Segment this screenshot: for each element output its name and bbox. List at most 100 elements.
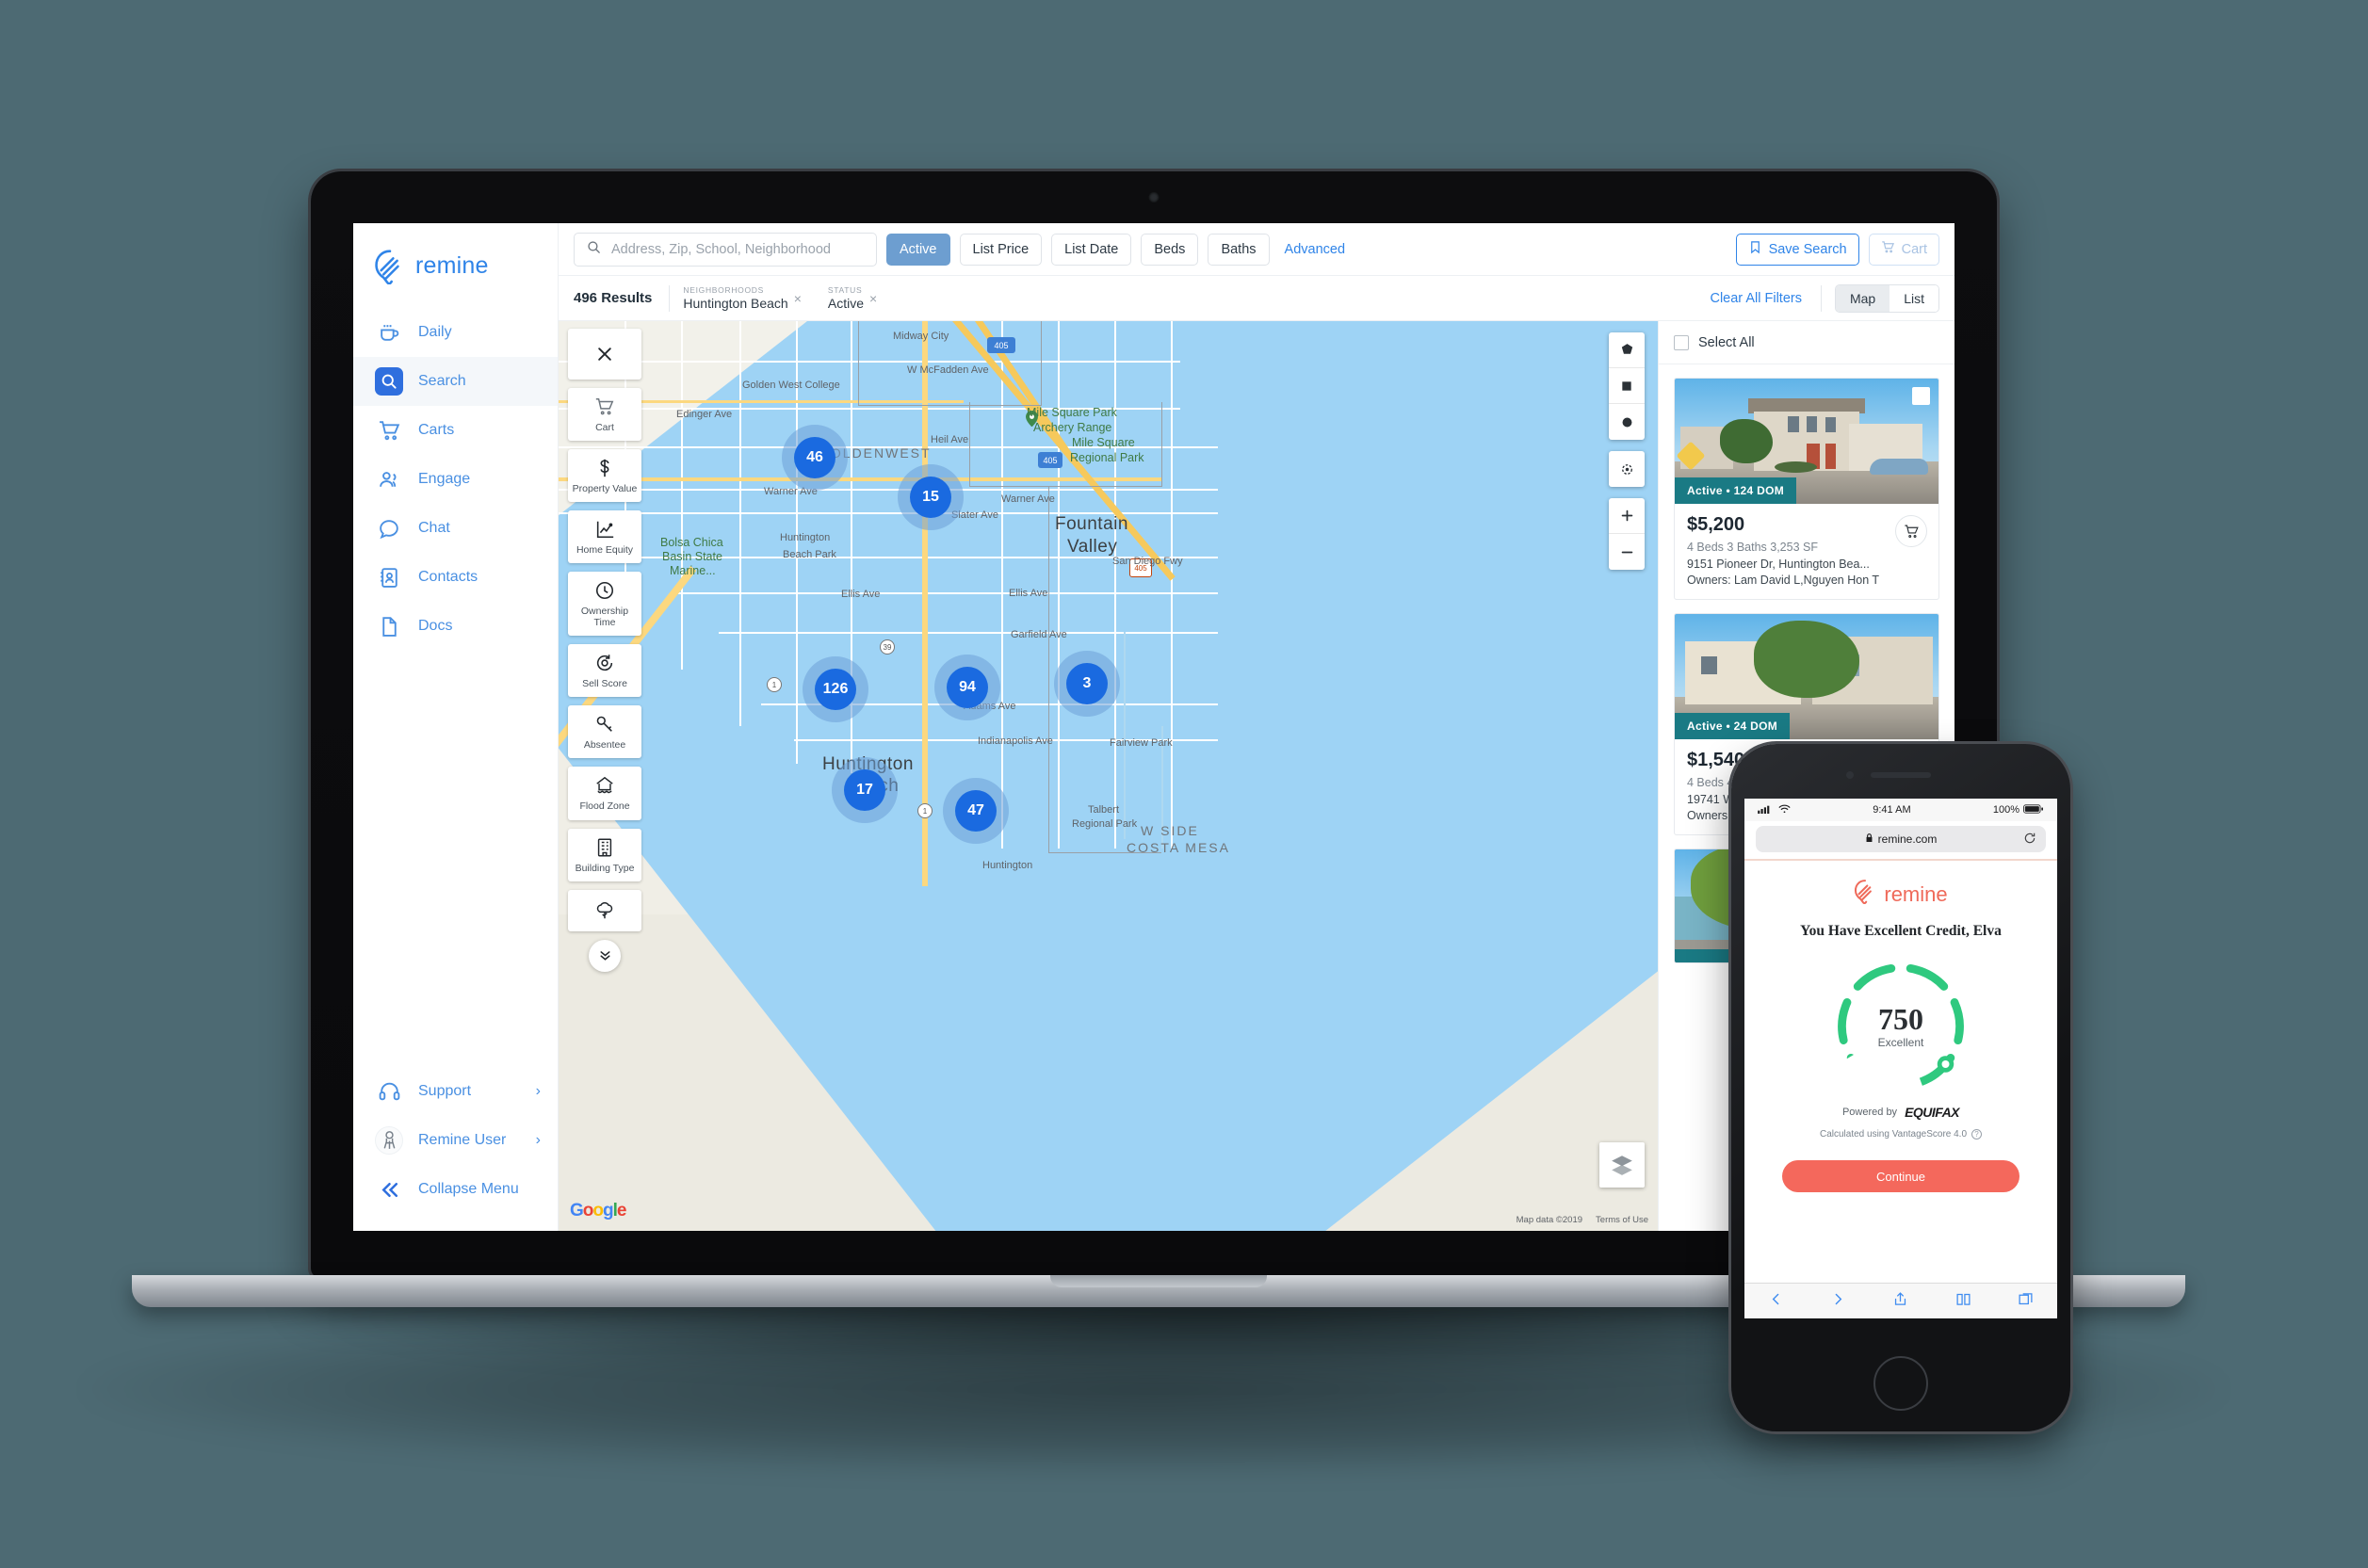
locate-me-icon[interactable] (1609, 451, 1645, 487)
filter-bar: 496 Results NEIGHBORHOODS Huntington Bea… (559, 276, 1954, 321)
map-tool-tree[interactable] (568, 889, 641, 931)
map-cluster-marker[interactable]: 46 (794, 437, 835, 478)
map-tool-sell-score[interactable]: Sell Score (568, 644, 641, 698)
map-cluster-marker[interactable]: 17 (844, 769, 885, 811)
map-tool-home-equity[interactable]: Home Equity (568, 510, 641, 564)
select-all-checkbox[interactable] (1674, 334, 1689, 350)
filter-list-price[interactable]: List Price (959, 233, 1043, 266)
map-label: Regional Park (1072, 818, 1138, 830)
select-all-row[interactable]: Select All (1659, 321, 1954, 364)
phone-home-button[interactable] (1873, 1356, 1928, 1411)
share-icon[interactable] (1892, 1291, 1908, 1312)
tab-list[interactable]: List (1890, 284, 1938, 312)
reload-icon[interactable] (2023, 832, 2036, 848)
map-label: Ellis Ave (1009, 588, 1048, 599)
cart-label: Cart (1901, 241, 1927, 257)
photo-tree (1754, 620, 1859, 699)
laptop-notch (1050, 1275, 1267, 1287)
photo-car (1870, 459, 1928, 476)
map-cluster-marker[interactable]: 47 (955, 790, 997, 832)
phone-brand-name: remine (1884, 881, 1948, 906)
remine-app: remine Daily Search Carts Engage Chat Co… (353, 223, 1954, 1231)
map-tools-more-button[interactable] (589, 939, 621, 972)
sidebar-item-search[interactable]: Search (353, 357, 558, 406)
search-icon (375, 367, 403, 396)
map-tool-label: Building Type (575, 862, 635, 874)
advanced-filters-link[interactable]: Advanced (1279, 242, 1352, 257)
map-label: Regional Park (1070, 451, 1144, 464)
map-cluster-marker[interactable]: 15 (910, 477, 951, 518)
collapse-menu-button[interactable]: Collapse Menu (353, 1165, 558, 1214)
map-boundary (858, 321, 1042, 406)
zoom-in-icon[interactable] (1609, 498, 1645, 534)
map-cluster-marker[interactable]: 94 (947, 667, 988, 708)
listing-checkbox[interactable] (1912, 387, 1930, 405)
cart-button[interactable]: Cart (1868, 233, 1939, 266)
circle-draw-icon[interactable] (1609, 404, 1645, 440)
browser-url-bar[interactable]: remine.com (1756, 826, 2046, 852)
polygon-draw-icon[interactable] (1609, 332, 1645, 368)
rectangle-draw-icon[interactable] (1609, 368, 1645, 404)
filter-list-date[interactable]: List Date (1051, 233, 1132, 266)
map-label: Warner Ave (1001, 493, 1055, 505)
map-tool-building-type[interactable]: Building Type (568, 828, 641, 881)
sidebar-item-docs[interactable]: Docs (353, 602, 558, 651)
map-canvas[interactable]: 405 405 405 39 1 1 Midway City Golden Wes… (559, 321, 1658, 1231)
sidebar-item-carts[interactable]: Carts (353, 406, 558, 455)
zoom-controls-group (1609, 498, 1645, 570)
view-mode-toggle: Map List (1834, 283, 1939, 313)
sidebar-item-label: Engage (418, 471, 471, 487)
save-search-button[interactable]: Save Search (1735, 233, 1859, 266)
close-icon[interactable]: × (794, 291, 802, 306)
sidebar-item-support[interactable]: Support › (353, 1067, 558, 1116)
add-to-cart-button[interactable] (1895, 515, 1927, 547)
filter-beds[interactable]: Beds (1141, 233, 1199, 266)
filter-baths[interactable]: Baths (1208, 233, 1270, 266)
map-road (851, 321, 852, 773)
map-tool-property-value[interactable]: Property Value (568, 449, 641, 503)
photo-window (1701, 656, 1717, 674)
chevron-right-icon: › (535, 1132, 541, 1148)
close-tools-button[interactable] (568, 329, 641, 380)
sidebar-item-contacts[interactable]: Contacts (353, 553, 558, 602)
sidebar-item-daily[interactable]: Daily (353, 308, 558, 357)
map-tool-ownership-time[interactable]: Ownership Time (568, 572, 641, 637)
terms-of-use-link[interactable]: Terms of Use (1596, 1215, 1648, 1225)
zoom-out-icon[interactable] (1609, 534, 1645, 570)
continue-button[interactable]: Continue (1782, 1160, 2019, 1193)
close-icon[interactable]: × (869, 291, 877, 306)
photo-window (1825, 417, 1836, 433)
map-tool-absentee[interactable]: Absentee (568, 705, 641, 759)
map-layers-icon[interactable] (1599, 1142, 1645, 1188)
credit-score-value: 750 (1878, 1002, 1923, 1037)
sidebar-item-engage[interactable]: Engage (353, 455, 558, 504)
sidebar-item-chat[interactable]: Chat (353, 504, 558, 553)
listing-details: $5,200 4 Beds 3 Baths 3,253 SF 9151 Pion… (1675, 504, 1938, 599)
double-chevron-left-icon (375, 1175, 403, 1204)
filter-chip-status[interactable]: STATUS Active × (815, 285, 890, 311)
listing-meta: 4 Beds 3 Baths 3,253 SF (1687, 541, 1818, 554)
filter-chip-neighborhoods[interactable]: NEIGHBORHOODS Huntington Beach × (670, 285, 815, 311)
sidebar-item-label: Contacts (418, 569, 478, 585)
forward-icon[interactable] (1830, 1291, 1846, 1312)
map-label: Huntington (982, 860, 1033, 871)
map-tool-cart[interactable]: Cart (568, 388, 641, 442)
filter-active[interactable]: Active (886, 233, 950, 266)
phone-camera-icon (1846, 771, 1854, 779)
coffee-cup-icon (375, 318, 403, 347)
clear-all-filters-link[interactable]: Clear All Filters (1704, 291, 1808, 306)
map-tool-label: Property Value (572, 483, 638, 495)
help-icon[interactable]: ? (1971, 1129, 1983, 1140)
sidebar-item-user[interactable]: Remine User › (353, 1116, 558, 1165)
map-view[interactable]: 405 405 405 39 1 1 Midway City Golden Wes… (559, 321, 1658, 1231)
tab-map[interactable]: Map (1835, 284, 1890, 312)
search-input[interactable]: Address, Zip, School, Neighborhood (574, 232, 877, 267)
tabs-icon[interactable] (2018, 1291, 2034, 1312)
map-cluster-marker[interactable]: 3 (1066, 663, 1108, 704)
map-tool-flood-zone[interactable]: Flood Zone (568, 767, 641, 820)
map-cluster-marker[interactable]: 126 (815, 669, 856, 710)
bookmarks-icon[interactable] (1955, 1291, 1971, 1312)
listing-card[interactable]: Active • 124 DOM $5,200 4 Beds 3 Baths 3… (1674, 378, 1939, 600)
back-icon[interactable] (1768, 1291, 1784, 1312)
